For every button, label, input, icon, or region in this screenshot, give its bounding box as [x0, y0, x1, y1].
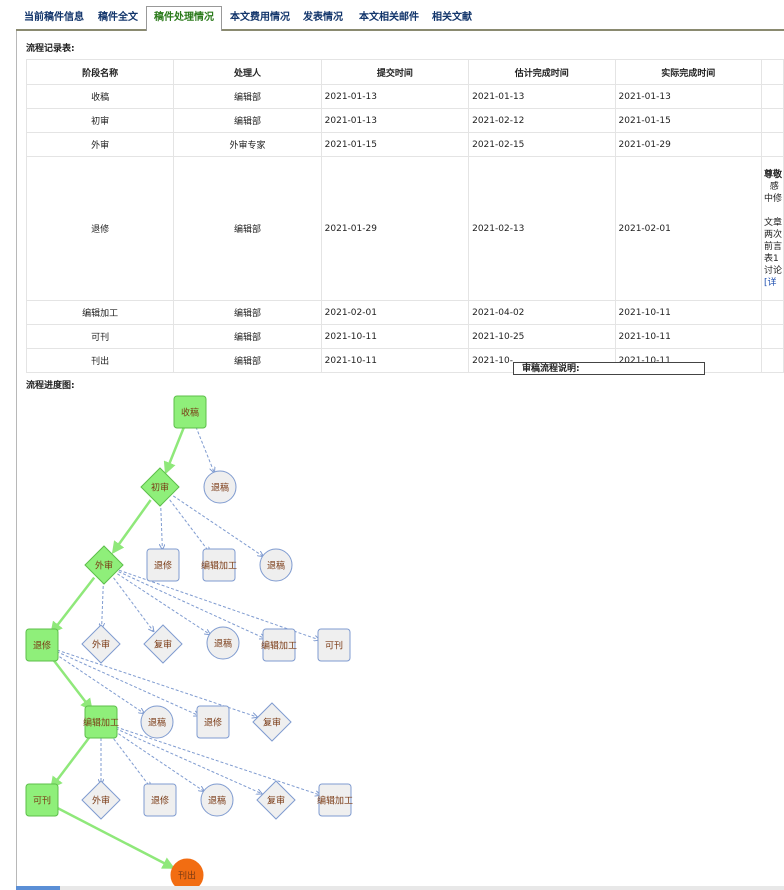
scrollbar-thumb[interactable] [16, 886, 60, 890]
cell-stage: 外审 [25, 132, 175, 157]
tab-processing-status[interactable]: 稿件处理情况 [146, 6, 222, 31]
cell-actual-time: 2021-01-29 [614, 132, 762, 157]
tab-fees[interactable]: 本文费用情况 [230, 7, 290, 29]
cell-estimated-time: 2021-02-15 [468, 132, 616, 157]
col-header-handler: 处理人 [173, 59, 322, 85]
cell-stage: 退修 [25, 156, 175, 301]
cell-submit-time: 2021-02-01 [320, 300, 470, 325]
note-details-link[interactable]: [详 [764, 277, 783, 289]
tab-current-manuscript[interactable]: 当前稿件信息 [24, 7, 84, 29]
cell-estimated-time: 2021-02-13 [468, 156, 616, 301]
cell-actual-time: 2021-01-13 [614, 84, 762, 109]
tab-full-text[interactable]: 稿件全文 [98, 7, 138, 29]
cell-handler: 编辑部 [173, 156, 322, 301]
cell-note [760, 108, 784, 133]
horizontal-scrollbar[interactable] [16, 886, 784, 890]
table-row: 初审 编辑部 2021-01-13 2021-02-12 2021-01-15 [25, 108, 784, 133]
table-row: 可刊 编辑部 2021-10-11 2021-10-25 2021-10-11 [25, 324, 784, 349]
cell-submit-time: 2021-01-13 [320, 108, 470, 133]
record-table-title: 流程记录表: [26, 44, 75, 54]
table-header-row: 阶段名称 处理人 提交时间 估计完成时间 实际完成时间 [25, 59, 784, 85]
cell-handler: 编辑部 [173, 300, 322, 325]
cell-estimated-time: 2021-04-02 [468, 300, 616, 325]
col-header-actual-time: 实际完成时间 [614, 59, 762, 85]
tab-related-emails[interactable]: 本文相关邮件 [359, 7, 419, 29]
cell-handler: 外审专家 [173, 132, 322, 157]
cell-submit-time: 2021-01-13 [320, 84, 470, 109]
tab-related-literature[interactable]: 相关文献 [432, 7, 472, 29]
cell-note [760, 324, 784, 349]
note-line: 表1 [763, 254, 779, 264]
cell-revision-note: 尊敬 感 中修 文章 两次 前言 表1 讨论 [详 [760, 156, 784, 301]
note-line: 前言 [763, 242, 782, 252]
progress-chart-title: 流程进度图: [26, 381, 75, 391]
cell-stage: 收稿 [25, 84, 175, 109]
col-header-stage: 阶段名称 [25, 59, 175, 85]
note-line: 尊敬 [763, 170, 782, 180]
cell-actual-time: 2021-01-15 [614, 108, 762, 133]
cell-note [760, 132, 784, 157]
process-record-table: 阶段名称 处理人 提交时间 估计完成时间 实际完成时间 收稿 编辑部 2021-… [25, 59, 784, 373]
cell-estimated-time: 2021-01-13 [468, 84, 616, 109]
note-line: 中修 [763, 194, 782, 204]
table-row: 编辑加工 编辑部 2021-02-01 2021-04-02 2021-10-1… [25, 300, 784, 325]
cell-stage: 初审 [25, 108, 175, 133]
cell-handler: 编辑部 [173, 348, 322, 373]
cell-actual-time: 2021-10-11 [614, 324, 762, 349]
note-line: 文章 [763, 218, 782, 228]
cell-note [760, 300, 784, 325]
cell-stage: 编辑加工 [25, 300, 175, 325]
cell-actual-time: 2021-02-01 [614, 156, 762, 301]
table-row: 外审 外审专家 2021-01-15 2021-02-15 2021-01-29 [25, 132, 784, 157]
tab-bar: 当前稿件信息 稿件全文 稿件处理情况 本文费用情况 发表情况 本文相关邮件 相关… [16, 6, 784, 31]
cell-note [760, 348, 784, 373]
note-line: 两次 [763, 230, 782, 240]
cell-estimated-time: 2021-10-25 [468, 324, 616, 349]
cell-note [760, 84, 784, 109]
cell-handler: 编辑部 [173, 324, 322, 349]
col-header-submit-time: 提交时间 [320, 59, 470, 85]
note-line [764, 205, 783, 217]
tab-publication[interactable]: 发表情况 [303, 7, 343, 29]
note-line: 讨论 [763, 266, 782, 276]
cell-submit-time: 2021-10-11 [320, 348, 470, 373]
table-row: 收稿 编辑部 2021-01-13 2021-01-13 2021-01-13 [25, 84, 784, 109]
cell-submit-time: 2021-01-15 [320, 132, 470, 157]
review-process-tooltip: 审稿流程说明: [513, 362, 705, 375]
cell-submit-time: 2021-10-11 [320, 324, 470, 349]
table-row: 退修 编辑部 2021-01-29 2021-02-13 2021-02-01 … [25, 156, 784, 301]
cell-handler: 编辑部 [173, 84, 322, 109]
cell-estimated-time: 2021-02-12 [468, 108, 616, 133]
cell-actual-time: 2021-10-11 [614, 300, 762, 325]
col-header-note [760, 59, 784, 85]
cell-stage: 可刊 [25, 324, 175, 349]
note-line: 感 [763, 182, 779, 192]
col-header-estimated-time: 估计完成时间 [468, 59, 616, 85]
cell-handler: 编辑部 [173, 108, 322, 133]
cell-submit-time: 2021-01-29 [320, 156, 470, 301]
cell-stage: 刊出 [25, 348, 175, 373]
